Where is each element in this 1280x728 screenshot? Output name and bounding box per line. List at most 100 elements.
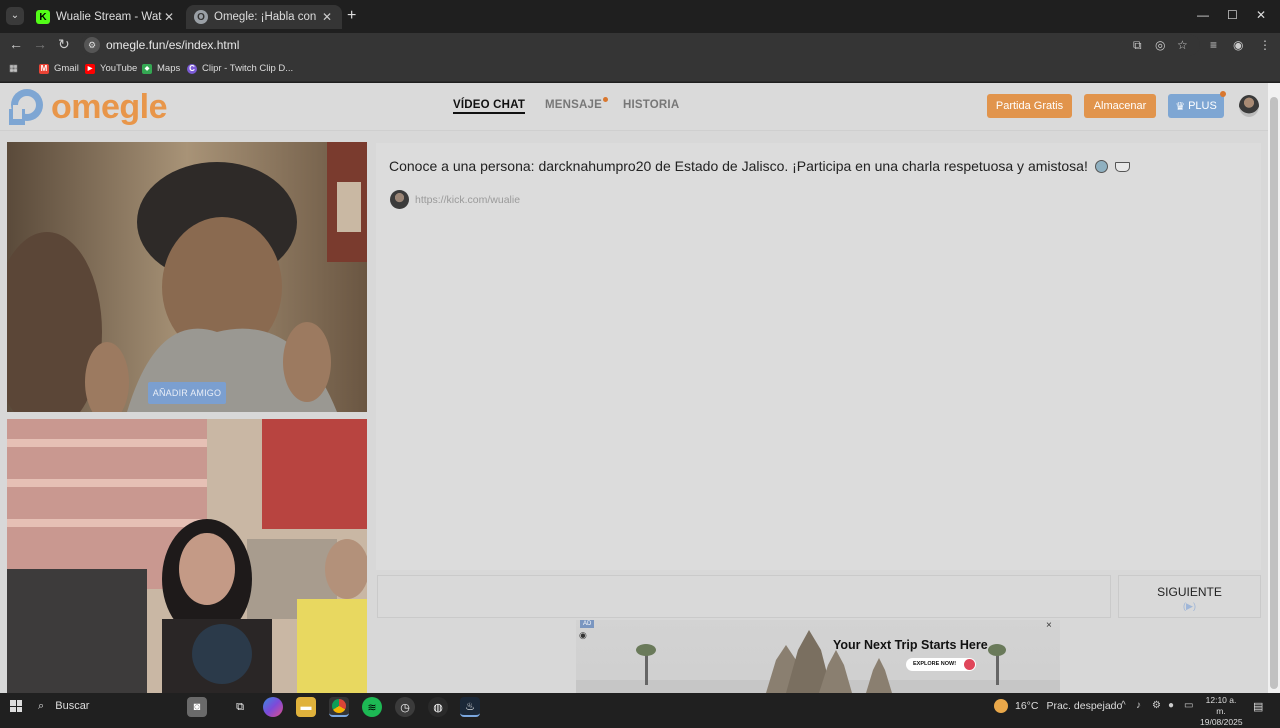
tab-title: Wualie Stream - Watch Live on [56, 11, 162, 23]
chat-log: Conoce a una persona: darcknahumpro20 de… [376, 143, 1261, 570]
next-button[interactable]: SIGUIENTE (▶) [1118, 575, 1261, 618]
search-icon: ⌕ [38, 700, 45, 712]
steam-icon[interactable]: ♨ [460, 697, 480, 717]
bookmarks-bar: ▦ M Gmail ▶ YouTube ◆ Maps C Clipr - Twi… [0, 57, 1280, 82]
user-avatar[interactable] [1239, 95, 1259, 117]
bookmark-star-icon[interactable]: ☆ [1177, 38, 1188, 52]
ad-close-button[interactable]: × [1046, 620, 1052, 631]
tab-search-icon[interactable]: ⌄ [6, 7, 24, 25]
clipr-icon: C [187, 63, 197, 74]
spotify-icon[interactable]: ≋ [362, 697, 382, 717]
chrome-icon[interactable] [329, 697, 349, 717]
ad-cta-label: EXPLORE NOW! [913, 661, 957, 667]
site-header: omegle VÍDEO CHAT MENSAJE HISTORIA Parti… [0, 83, 1268, 131]
crown-icon: ♛ [1175, 100, 1186, 113]
chat-input[interactable] [377, 575, 1111, 618]
taskbar-search-label: Buscar [55, 700, 90, 712]
new-tab-button[interactable]: + [347, 7, 356, 25]
reload-icon[interactable]: ↻ [58, 36, 70, 53]
browser-toolbar: ← → ↻ ⚙ omegle.fun/es/index.html ⧉ ◎ ☆ ≡… [0, 33, 1280, 57]
clock-date: 19/08/2025 [1200, 717, 1243, 727]
self-video [7, 419, 367, 693]
windows-taskbar: ⌕ Buscar ◙ ⧉ ▬ ≋ ◷ ◍ ♨ 16°C Prac. despej… [0, 693, 1280, 727]
menu-icon[interactable]: ⋮ [1259, 38, 1271, 52]
apps-grid-icon[interactable]: ▦ [9, 63, 18, 74]
scrollbar-thumb[interactable] [1270, 97, 1278, 689]
profile-icon[interactable]: ◉ [1233, 38, 1243, 52]
bookmark-label: Maps [157, 63, 181, 74]
minimize-icon[interactable]: — [1197, 8, 1209, 22]
taskbar-search[interactable]: ⌕ Buscar [38, 700, 89, 713]
next-label: SIGUIENTE [1157, 585, 1222, 599]
close-tab-icon[interactable]: ✕ [162, 10, 176, 24]
kick-icon: K [36, 10, 50, 24]
bookmark-youtube[interactable]: ▶ YouTube [85, 63, 137, 74]
tab-wualie[interactable]: K Wualie Stream - Watch Live on ✕ [28, 5, 184, 29]
clock-time: 12:10 a. m. [1205, 695, 1237, 716]
tray-expand-icon[interactable]: ^ [1121, 700, 1126, 711]
stranger-video: AÑADIR AMIGO [7, 142, 367, 412]
logo-wordmark: omegle [51, 87, 168, 126]
microphone-icon[interactable]: ● [1168, 700, 1174, 711]
nav-message-label: MENSAJE [545, 99, 602, 111]
tab-omegle[interactable]: O Omegle: ¡Habla con Descon ✕ [186, 5, 342, 29]
add-friend-button[interactable]: AÑADIR AMIGO [148, 382, 226, 404]
notifications-icon[interactable]: ▤ [1253, 700, 1263, 713]
plus-label: PLUS [1188, 100, 1217, 112]
cast-icon[interactable]: ⧉ [1133, 38, 1142, 53]
volume-icon[interactable]: ♪ [1136, 700, 1141, 711]
ad-cta-button[interactable]: EXPLORE NOW! [906, 658, 977, 671]
nav-message[interactable]: MENSAJE [545, 97, 608, 111]
windows-start-icon[interactable] [10, 700, 22, 712]
reading-list-icon[interactable]: ≡ [1210, 38, 1217, 52]
stranger-link-row: https://kick.com/wualie [390, 190, 520, 209]
forward-icon[interactable]: → [33, 36, 47, 52]
weather-temp: 16°C [1015, 700, 1039, 712]
notification-dot [603, 97, 608, 102]
task-view-icon[interactable]: ⧉ [230, 697, 250, 717]
coffee-emoji-icon [1114, 162, 1130, 172]
nav-history[interactable]: HISTORIA [623, 99, 679, 111]
ad-headline: Your Next Trip Starts Here [833, 638, 988, 652]
bookmark-label: Clipr - Twitch Clip D... [202, 63, 294, 74]
bookmark-gmail[interactable]: M Gmail [39, 63, 79, 74]
eye-off-icon[interactable]: ◎ [1155, 38, 1165, 52]
free-game-button[interactable]: Partida Gratis [987, 94, 1072, 118]
obs-icon[interactable]: ◍ [428, 697, 448, 717]
settings-tray-icon[interactable]: ⚙ [1152, 700, 1161, 711]
file-explorer-icon[interactable]: ▬ [296, 697, 316, 717]
bookmark-clipr[interactable]: C Clipr - Twitch Clip D... [187, 63, 293, 74]
send-icon [964, 659, 976, 670]
omegle-logo[interactable]: omegle [7, 87, 168, 127]
back-icon[interactable]: ← [9, 36, 23, 52]
stranger-video-frame [7, 142, 367, 412]
stranger-profile-link[interactable]: https://kick.com/wualie [415, 194, 520, 206]
copilot-icon[interactable] [263, 697, 283, 717]
site-info-icon[interactable]: ⚙ [84, 37, 100, 53]
camera-app-icon[interactable]: ◙ [187, 697, 207, 717]
store-button[interactable]: Almacenar [1084, 94, 1156, 118]
bookmark-label: Gmail [54, 63, 79, 74]
self-video-frame [7, 419, 367, 693]
url-text: omegle.fun/es/index.html [106, 38, 240, 52]
globe-emoji-icon [1094, 160, 1108, 173]
close-window-icon[interactable]: ✕ [1256, 8, 1266, 22]
close-tab-icon[interactable]: ✕ [320, 10, 334, 24]
system-message-text: Conoce a una persona: darcknahumpro20 de… [389, 158, 1088, 174]
bookmark-maps[interactable]: ◆ Maps [142, 63, 180, 74]
maximize-icon[interactable]: ☐ [1227, 8, 1238, 22]
network-icon[interactable]: ▭ [1184, 700, 1193, 711]
weather-sun-icon [994, 699, 1008, 713]
nav-video-chat[interactable]: VÍDEO CHAT [453, 99, 526, 114]
omegle-logo-icon [9, 89, 43, 125]
address-bar[interactable]: ⚙ omegle.fun/es/index.html [80, 34, 1200, 56]
taskbar-clock[interactable]: 12:10 a. m. 19/08/2025 [1200, 695, 1243, 728]
clock-app-icon[interactable]: ◷ [395, 697, 415, 717]
youtube-icon: ▶ [85, 63, 95, 74]
system-message: Conoce a una persona: darcknahumpro20 de… [389, 158, 1130, 174]
page-scrollbar[interactable] [1268, 83, 1280, 693]
weather-widget[interactable]: 16°C Prac. despejado [994, 699, 1122, 713]
omegle-tab-icon: O [194, 10, 208, 24]
plus-button[interactable]: ♛ PLUS [1168, 91, 1226, 118]
ad-banner[interactable]: AD ◉ Your Next Trip Starts Here EXPLORE … [576, 620, 1060, 693]
